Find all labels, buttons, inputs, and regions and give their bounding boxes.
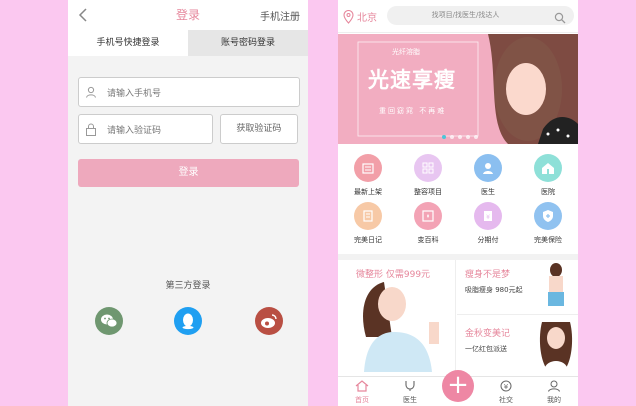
category-label: 整容项目 — [414, 188, 442, 196]
category-grid: 最新上架 整容项目 医生 医院 完美日记 变百科 ¥ 分期付 完美保险 — [338, 152, 578, 248]
category-new[interactable]: 最新上架 — [338, 152, 398, 200]
category-label: 最新上架 — [354, 188, 382, 196]
city-selector[interactable]: 北京 — [357, 9, 377, 24]
carousel-dots — [442, 135, 478, 139]
profile-icon — [548, 380, 560, 392]
model-photo — [363, 282, 439, 372]
qq-icon[interactable] — [174, 307, 202, 335]
category-label: 医生 — [481, 188, 495, 196]
promo-title: 瘦身不是梦 — [465, 270, 511, 280]
search-input[interactable]: 找项目/找医生/找达人 — [387, 6, 574, 25]
home-icon — [355, 380, 369, 392]
grid-icon — [414, 154, 442, 182]
tab-label: 社交 — [499, 396, 513, 404]
carousel-dot[interactable] — [442, 135, 446, 139]
wiki-icon — [414, 202, 442, 230]
tab-phone-login[interactable]: 手机号快捷登录 — [68, 30, 188, 56]
tab-label: 首页 — [355, 396, 369, 404]
lock-icon — [79, 115, 103, 143]
promo-title: 微整形 仅需999元 — [356, 270, 431, 280]
login-tabs: 手机号快捷登录 账号密码登录 — [68, 30, 308, 56]
category-doctor[interactable]: 医生 — [458, 152, 518, 200]
promo-subtitle: 一亿红包派送 — [465, 345, 507, 353]
login-screen: 登录 手机注册 手机号快捷登录 账号密码登录 请输入手机号 请输入验证码 获取验… — [68, 0, 308, 406]
phone-field[interactable]: 请输入手机号 — [78, 77, 300, 107]
search-icon[interactable] — [554, 9, 566, 28]
tab-home[interactable]: 首页 — [338, 377, 386, 406]
tab-social[interactable]: ¥ 社交 — [482, 377, 530, 406]
tab-label: 医生 — [403, 396, 417, 404]
get-code-button[interactable]: 获取验证码 — [219, 114, 298, 144]
category-installment[interactable]: ¥ 分期付 — [458, 200, 518, 248]
banner-headline: 光速享瘦 — [368, 68, 456, 92]
category-label: 变百科 — [417, 236, 439, 244]
code-field[interactable]: 请输入验证码 — [78, 114, 213, 144]
third-party-title: 第三方登录 — [165, 281, 211, 291]
category-label: 分期付 — [477, 236, 499, 244]
svg-text:¥: ¥ — [504, 383, 509, 391]
doctor-icon — [474, 154, 502, 182]
category-label: 完美保险 — [534, 236, 562, 244]
promo-banner[interactable]: 光纤溶脂 光速享瘦 重回窈窕 不再难 — [338, 34, 578, 144]
login-form: 请输入手机号 请输入验证码 获取验证码 登录 — [68, 77, 308, 187]
promo-subtitle: 吸脂瘦身 980元起 — [465, 286, 523, 294]
wechat-icon[interactable] — [95, 307, 123, 335]
promo-card-autumn[interactable]: 金秋变美记 一亿红包派送 — [457, 316, 578, 371]
promo-card-microplastic[interactable]: 微整形 仅需999元 — [338, 260, 456, 372]
category-label: 医院 — [541, 188, 555, 196]
banner-subtitle: 重回窈窕 不再难 — [379, 107, 447, 115]
code-placeholder: 请输入验证码 — [107, 125, 162, 136]
promo-section: 微整形 仅需999元 瘦身不是梦 吸脂瘦身 980元起 金秋变美记 一亿红包派送 — [338, 254, 578, 372]
tab-label: 我的 — [547, 396, 561, 404]
promo-card-slimming[interactable]: 瘦身不是梦 吸脂瘦身 980元起 — [457, 260, 578, 315]
category-diary[interactable]: 完美日记 — [338, 200, 398, 248]
category-projects[interactable]: 整容项目 — [398, 152, 458, 200]
location-pin-icon[interactable] — [343, 9, 354, 28]
banner-tag: 光纤溶脂 — [392, 48, 420, 56]
installment-icon: ¥ — [474, 202, 502, 230]
category-insurance[interactable]: 完美保险 — [518, 200, 578, 248]
home-header: 北京 找项目/找医生/找达人 — [338, 0, 578, 33]
login-button[interactable]: 登录 — [78, 159, 299, 187]
hospital-icon — [534, 154, 562, 182]
home-screen: 北京 找项目/找医生/找达人 光纤溶脂 光速享瘦 重回窈窕 不再难 最新上架 整… — [338, 0, 578, 406]
autumn-model-photo — [539, 322, 573, 370]
tab-password-login[interactable]: 账号密码登录 — [188, 30, 308, 56]
add-post-button[interactable]: + — [442, 370, 474, 402]
carousel-dot[interactable] — [466, 135, 470, 139]
carousel-dot[interactable] — [450, 135, 454, 139]
login-header: 登录 手机注册 — [68, 0, 308, 30]
phone-placeholder: 请输入手机号 — [107, 88, 162, 99]
search-placeholder: 找项目/找医生/找达人 — [431, 11, 500, 19]
category-wiki[interactable]: 变百科 — [398, 200, 458, 248]
carousel-dot[interactable] — [458, 135, 462, 139]
diary-icon — [354, 202, 382, 230]
tab-doctor[interactable]: 医生 — [386, 377, 434, 406]
bottom-tabbar: 首页 医生 ¥ 社交 我的 + — [338, 370, 578, 406]
insurance-icon — [534, 202, 562, 230]
tab-mine[interactable]: 我的 — [530, 377, 578, 406]
category-hospital[interactable]: 医院 — [518, 152, 578, 200]
register-link[interactable]: 手机注册 — [260, 8, 300, 23]
stethoscope-icon — [405, 381, 415, 391]
yen-icon: ¥ — [500, 380, 512, 392]
carousel-dot[interactable] — [474, 135, 478, 139]
new-icon — [354, 154, 382, 182]
weibo-icon[interactable] — [255, 307, 283, 335]
category-label: 完美日记 — [354, 236, 382, 244]
svg-text:¥: ¥ — [486, 214, 490, 221]
promo-title: 金秋变美记 — [465, 329, 511, 339]
code-row: 请输入验证码 获取验证码 — [78, 114, 298, 144]
user-icon — [79, 78, 103, 106]
slim-model-photo — [548, 263, 564, 306]
